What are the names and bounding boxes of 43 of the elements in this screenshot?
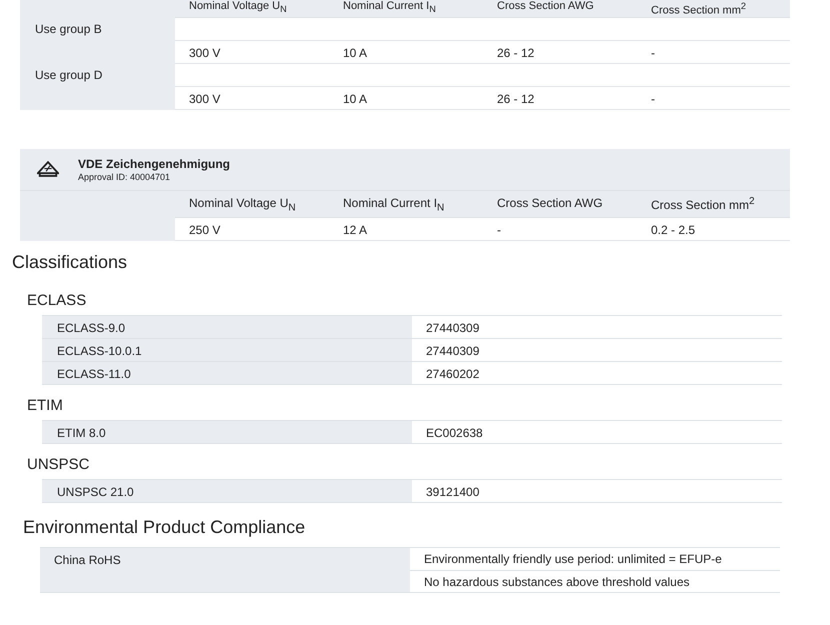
table-cell-text: 0.2 - 2.5 [650, 222, 696, 240]
classification-label: ECLASS-10.0.1 [42, 339, 412, 362]
table-cell-text: - [496, 222, 502, 240]
approval-title: VDE Zeichengenehmigung [78, 156, 230, 171]
column-header: Cross Section AWG [496, 0, 595, 14]
compliance-value: No hazardous substances above threshold values [410, 570, 780, 592]
group-label: Use group D [20, 64, 175, 87]
column-header: Nominal Current I$_{N}$ [342, 194, 446, 216]
compliance-value: Environmentally friendly use period: unlimited = EFUP-e [423, 551, 723, 568]
column-header: Nominal Current I$_{N}$ [342, 0, 437, 16]
classification-label: ECLASS-11.0 [42, 362, 412, 384]
group-label: Use group B [20, 18, 175, 41]
classification-label: UNSPSC 21.0 [42, 480, 412, 502]
column-header: Cross Section mm$^{2}$ [650, 0, 747, 17]
table-cell-text: 300 V [188, 90, 222, 108]
triangle-mark-icon [37, 160, 59, 178]
classification-value: 39121400 [425, 484, 480, 502]
table-cell-text: - [650, 90, 656, 108]
group-title: ETIM [27, 397, 64, 416]
table-cell-text: 250 V [188, 222, 222, 240]
column-header: Nominal Voltage U$_{N}$ [188, 0, 288, 16]
table-cell-text: 10 A [342, 90, 368, 108]
table-cell-text: 10 A [342, 44, 368, 62]
table-cell-text: 26 - 12 [496, 90, 536, 108]
compliance-label: China RoHS [40, 548, 410, 592]
group-title: ECLASS [27, 292, 88, 312]
classification-label: ECLASS-9.0 [42, 316, 412, 338]
classification-value: 27440309 [425, 343, 480, 360]
classification-value: 27460202 [425, 366, 480, 384]
table-cell-text: 12 A [342, 222, 368, 240]
column-header: Cross Section AWG [496, 194, 604, 212]
column-header: Cross Section mm$^{2}$ [650, 194, 756, 214]
classification-value: EC002638 [425, 425, 484, 442]
classification-value: 27440309 [425, 320, 480, 338]
section-title: Classifications [12, 252, 128, 274]
approval-id: Approval ID: 40004701 [78, 172, 172, 182]
classification-label: ETIM 8.0 [42, 421, 412, 444]
column-header: Nominal Voltage U$_{N}$ [188, 194, 297, 216]
table-cell-text: - [650, 44, 656, 62]
group-title: UNSPSC [27, 456, 91, 476]
table-cell-text: 300 V [188, 44, 222, 62]
table-cell-text: 26 - 12 [496, 44, 536, 62]
section-title: Environmental Product Compliance [23, 517, 306, 540]
